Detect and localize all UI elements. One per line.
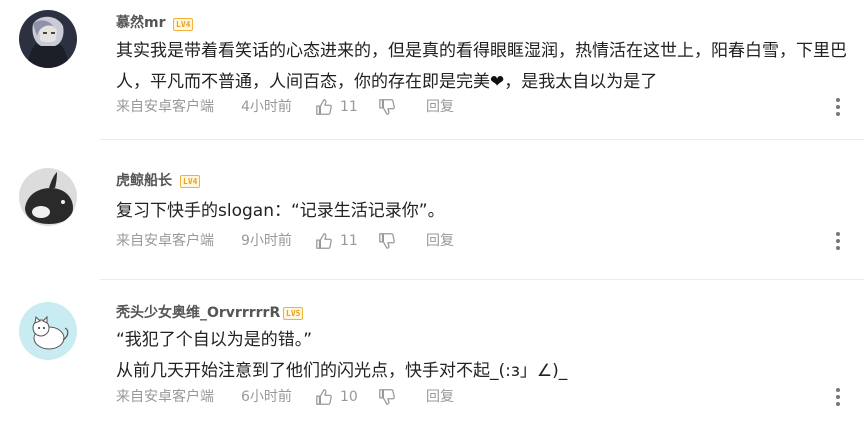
- comment-item: 秃头少女奥维_OrvrrrrrR LV5 “我犯了个自以为是的错。” 从前几天开…: [0, 280, 864, 422]
- more-vertical-icon[interactable]: [835, 97, 841, 117]
- reply-button[interactable]: 回复: [426, 231, 454, 251]
- more-vertical-icon[interactable]: [835, 387, 841, 407]
- reply-button[interactable]: 回复: [426, 97, 454, 117]
- thumbs-up-icon[interactable]: [315, 98, 333, 116]
- source-text: 来自安卓客户端: [116, 389, 214, 405]
- source-text: 来自安卓客户端: [116, 99, 214, 115]
- thumbs-up-icon[interactable]: [315, 388, 333, 406]
- username[interactable]: 虎鲸船长: [116, 172, 172, 190]
- level-badge: LV4: [173, 18, 194, 31]
- comment-text: “我犯了个自以为是的错。” 从前几天开始注意到了他们的闪光点，快手对不起_(:з…: [116, 330, 568, 381]
- comment-text: 其实我是带着看笑话的心态进来的，但是真的看得眼眶湿润，热情活在这世上，阳春白雪，…: [116, 41, 847, 92]
- thumbs-down-icon[interactable]: [378, 98, 396, 116]
- username[interactable]: 秃头少女奥维_OrvrrrrrR: [116, 304, 280, 322]
- comment-meta: 来自安卓客户端 4小时前 11 回复: [116, 97, 864, 117]
- heart-icon: ❤: [490, 72, 505, 92]
- comment-text: 复习下快手的slogan：“记录生活记录你”。: [116, 201, 445, 221]
- like-count: 11: [340, 99, 358, 115]
- comment-item: 慕然mr LV4 其实我是带着看笑话的心态进来的，但是真的看得眼眶湿润，热情活在…: [0, 0, 864, 140]
- level-badge: LV5: [283, 307, 304, 320]
- level-badge: LV4: [180, 175, 201, 188]
- comment-item: 虎鲸船长 LV4 复习下快手的slogan：“记录生活记录你”。 来自安卓客户端…: [0, 140, 864, 280]
- avatar[interactable]: [19, 302, 77, 360]
- like-count: 11: [340, 233, 358, 249]
- comment-meta: 来自安卓客户端 9小时前 11 回复: [116, 231, 864, 251]
- thumbs-down-icon[interactable]: [378, 388, 396, 406]
- timestamp: 9小时前: [241, 233, 292, 249]
- comment-meta: 来自安卓客户端 6小时前 10 回复: [116, 387, 864, 407]
- username[interactable]: 慕然mr: [116, 14, 166, 32]
- thumbs-down-icon[interactable]: [378, 232, 396, 250]
- thumbs-up-icon[interactable]: [315, 232, 333, 250]
- avatar[interactable]: [19, 168, 77, 226]
- source-text: 来自安卓客户端: [116, 233, 214, 249]
- avatar[interactable]: [19, 10, 77, 68]
- timestamp: 6小时前: [241, 389, 292, 405]
- timestamp: 4小时前: [241, 99, 292, 115]
- like-count: 10: [340, 389, 358, 405]
- more-vertical-icon[interactable]: [835, 231, 841, 251]
- reply-button[interactable]: 回复: [426, 387, 454, 407]
